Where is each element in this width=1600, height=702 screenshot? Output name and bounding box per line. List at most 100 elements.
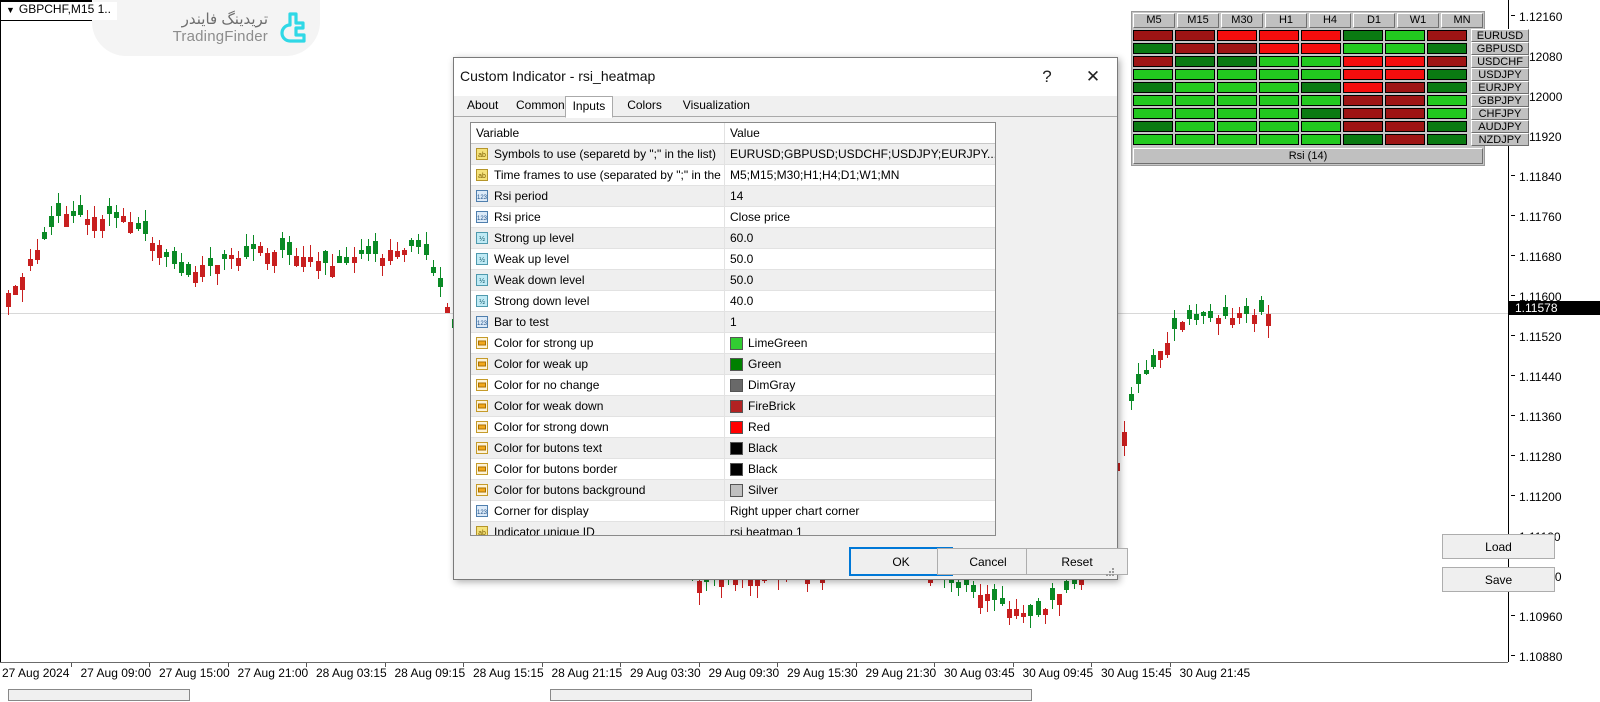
heatmap-cell[interactable] [1217,30,1257,41]
heatmap-cell[interactable] [1217,69,1257,80]
heatmap-cell[interactable] [1301,134,1341,145]
heatmap-cell[interactable] [1217,56,1257,67]
input-row[interactable]: 123Rsi period14 [471,186,995,207]
heatmap-cell[interactable] [1175,108,1215,119]
heatmap-symbol-label[interactable]: EURJPY [1471,81,1529,94]
heatmap-cell[interactable] [1133,82,1173,93]
tab-inputs[interactable]: Inputs [565,96,614,118]
scrollbar-thumb-right[interactable] [550,689,1032,701]
input-row[interactable]: Color for weak upGreen [471,354,995,375]
heatmap-cell[interactable] [1217,95,1257,106]
heatmap-cell[interactable] [1259,43,1299,54]
heatmap-cell[interactable] [1385,134,1425,145]
heatmap-symbol-label[interactable]: USDCHF [1471,55,1529,68]
heatmap-cell[interactable] [1343,134,1383,145]
heatmap-cell[interactable] [1259,121,1299,132]
heatmap-cell[interactable] [1343,82,1383,93]
heatmap-cell[interactable] [1133,56,1173,67]
heatmap-cell[interactable] [1301,30,1341,41]
heatmap-symbol-label[interactable]: GBPJPY [1471,94,1529,107]
input-row[interactable]: Color for butons borderBlack [471,459,995,480]
heatmap-cell[interactable] [1133,121,1173,132]
input-value-cell[interactable]: 40.0 [725,291,995,311]
heatmap-cell[interactable] [1385,108,1425,119]
heatmap-cell[interactable] [1133,134,1173,145]
input-value-cell[interactable]: LimeGreen [725,333,995,353]
tab-about[interactable]: About [460,96,505,116]
heatmap-cell[interactable] [1133,43,1173,54]
heatmap-timeframe-header[interactable]: M5 [1133,13,1175,28]
heatmap-timeframe-header[interactable]: D1 [1353,13,1395,28]
input-value-cell[interactable]: rsi heatmap 1 [725,522,995,536]
heatmap-cell[interactable] [1343,95,1383,106]
heatmap-cell[interactable] [1175,30,1215,41]
heatmap-symbol-label[interactable]: GBPUSD [1471,42,1529,55]
input-value-cell[interactable]: EURUSD;GBPUSD;USDCHF;USDJPY;EURJPY... [725,144,995,164]
input-row[interactable]: abIndicator unique IDrsi heatmap 1 [471,522,995,536]
heatmap-timeframe-header[interactable]: H4 [1309,13,1351,28]
tab-common[interactable]: Common [509,96,572,116]
input-row[interactable]: abTime frames to use (separated by ";" i… [471,165,995,186]
heatmap-symbol-label[interactable]: USDJPY [1471,68,1529,81]
heatmap-timeframe-header[interactable]: M30 [1221,13,1263,28]
heatmap-cell[interactable] [1217,43,1257,54]
input-value-cell[interactable]: FireBrick [725,396,995,416]
heatmap-cell[interactable] [1427,43,1467,54]
tab-visualization[interactable]: Visualization [676,96,757,116]
heatmap-cell[interactable] [1217,121,1257,132]
heatmap-cell[interactable] [1217,108,1257,119]
heatmap-cell[interactable] [1427,95,1467,106]
heatmap-cell[interactable] [1175,43,1215,54]
input-row[interactable]: 123Corner for displayRight upper chart c… [471,501,995,522]
input-value-cell[interactable]: Close price [725,207,995,227]
cancel-button[interactable]: Cancel [937,548,1039,575]
input-value-cell[interactable]: 60.0 [725,228,995,248]
input-row[interactable]: Color for no changeDimGray [471,375,995,396]
heatmap-cell[interactable] [1427,56,1467,67]
heatmap-cell[interactable] [1133,95,1173,106]
heatmap-cell[interactable] [1301,108,1341,119]
heatmap-cell[interactable] [1133,108,1173,119]
resize-grip-icon[interactable] [1103,566,1115,578]
input-value-cell[interactable]: Black [725,438,995,458]
input-row[interactable]: Color for butons textBlack [471,438,995,459]
heatmap-cell[interactable] [1343,30,1383,41]
heatmap-cell[interactable] [1301,56,1341,67]
input-row[interactable]: 123Bar to test1 [471,312,995,333]
input-value-cell[interactable]: 50.0 [725,249,995,269]
heatmap-symbol-label[interactable]: NZDJPY [1471,133,1529,146]
input-row[interactable]: ½Strong up level60.0 [471,228,995,249]
heatmap-cell[interactable] [1301,43,1341,54]
heatmap-cell[interactable] [1385,56,1425,67]
input-row[interactable]: abSymbols to use (separetd by ";" in the… [471,144,995,165]
heatmap-cell[interactable] [1385,82,1425,93]
input-value-cell[interactable]: Right upper chart corner [725,501,995,521]
input-row[interactable]: Color for strong downRed [471,417,995,438]
heatmap-cell[interactable] [1259,108,1299,119]
heatmap-cell[interactable] [1259,30,1299,41]
heatmap-cell[interactable] [1301,69,1341,80]
inputs-grid[interactable]: VariableValueabSymbols to use (separetd … [470,122,996,536]
dialog-titlebar[interactable]: Custom Indicator - rsi_heatmap ? ✕ [454,58,1117,96]
heatmap-cell[interactable] [1175,121,1215,132]
heatmap-cell[interactable] [1259,56,1299,67]
heatmap-cell[interactable] [1385,30,1425,41]
input-row[interactable]: Color for weak downFireBrick [471,396,995,417]
scrollbar-thumb-left[interactable] [8,689,190,701]
heatmap-cell[interactable] [1301,82,1341,93]
chart-label-caret-icon[interactable]: ▼ [6,5,15,15]
input-value-cell[interactable]: DimGray [725,375,995,395]
heatmap-cell[interactable] [1217,82,1257,93]
heatmap-cell[interactable] [1301,95,1341,106]
heatmap-cell[interactable] [1385,43,1425,54]
input-value-cell[interactable]: 50.0 [725,270,995,290]
input-value-cell[interactable]: Green [725,354,995,374]
heatmap-cell[interactable] [1259,95,1299,106]
heatmap-symbol-label[interactable]: EURUSD [1471,29,1529,42]
input-row[interactable]: ½Weak down level50.0 [471,270,995,291]
heatmap-cell[interactable] [1385,95,1425,106]
help-icon[interactable]: ? [1025,62,1069,92]
heatmap-cell[interactable] [1427,134,1467,145]
heatmap-cell[interactable] [1175,69,1215,80]
input-value-cell[interactable]: Black [725,459,995,479]
